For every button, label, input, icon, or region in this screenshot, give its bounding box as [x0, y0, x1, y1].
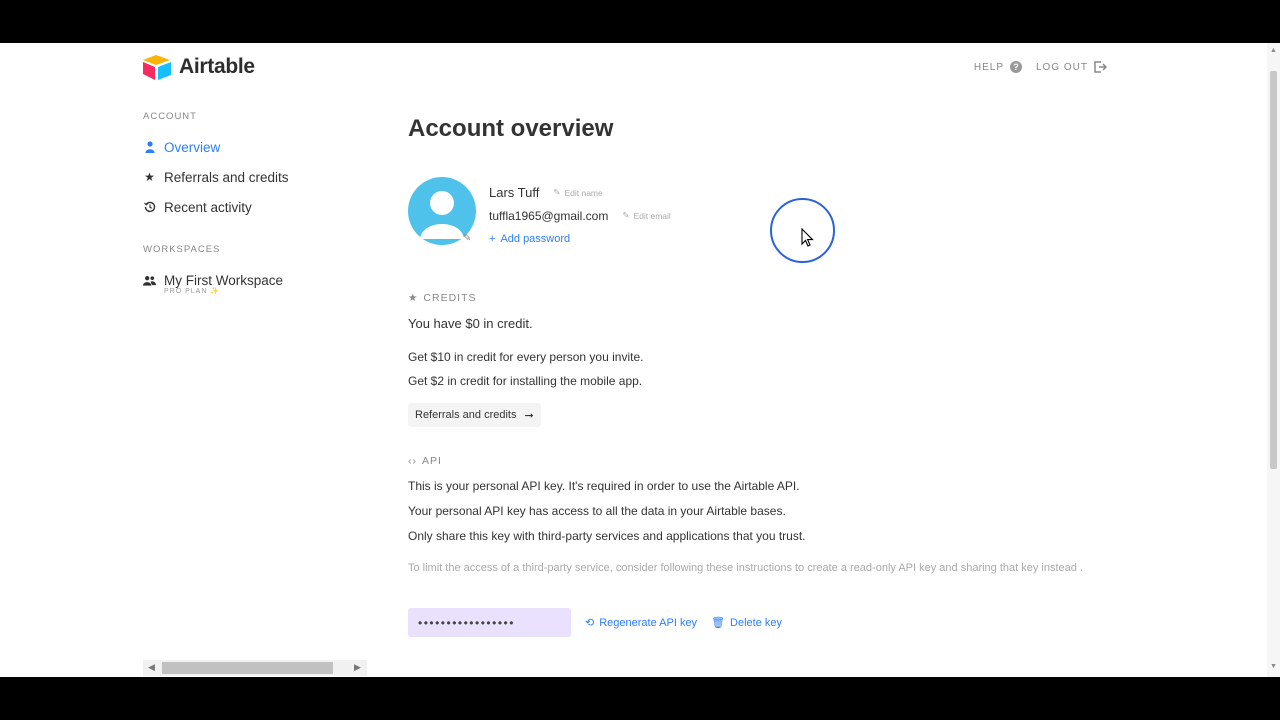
api-readonly-note: To limit the access of a third-party ser… — [408, 562, 1084, 574]
api-key-actions: ⟲ Regenerate API key 🗑 Delete key — [585, 616, 783, 630]
edit-avatar-icon[interactable]: ✎ — [463, 233, 471, 244]
scroll-up-icon[interactable]: ▲ — [1270, 47, 1277, 54]
mouse-cursor-icon — [801, 228, 814, 247]
logout-icon — [1094, 61, 1107, 73]
profile-name: Lars Tuff — [489, 185, 540, 200]
delete-label: Delete key — [730, 616, 783, 629]
regenerate-label: Regenerate API key — [599, 616, 698, 629]
airtable-logo-icon — [143, 55, 171, 80]
referrals-button-label: Referrals and credits — [415, 409, 517, 421]
help-icon: ? — [1009, 61, 1022, 73]
code-icon: ‹› — [408, 455, 417, 467]
workspace-plan-badge: PRO PLAN ✨ — [164, 288, 221, 295]
sidebar-item-label: Overview — [164, 139, 221, 155]
logout-label: LOG OUT — [1035, 61, 1088, 73]
scroll-down-icon[interactable]: ▼ — [1270, 663, 1277, 670]
account-section-label: ACCOUNT — [143, 111, 197, 122]
horizontal-scrollbar[interactable]: ◀ ▶ — [143, 660, 367, 676]
edit-email-label: Edit email — [633, 210, 671, 221]
vertical-scrollbar[interactable]: ▲ ▼ — [1267, 43, 1280, 677]
edit-email-link[interactable]: ✎ Edit email — [622, 210, 670, 221]
logout-link[interactable]: LOG OUT — [1036, 61, 1107, 73]
scroll-right-icon[interactable]: ▶ — [354, 662, 361, 673]
credits-heading: ★ CREDITS — [408, 292, 477, 304]
help-label: HELP — [973, 61, 1004, 73]
edit-name-label: Edit name — [564, 187, 603, 198]
invite-credit-text: Get $10 in credit for every person you i… — [408, 350, 644, 364]
top-nav: HELP ? LOG OUT — [974, 61, 1107, 73]
pencil-icon: ✎ — [553, 187, 561, 197]
people-icon — [143, 275, 156, 286]
workspace-label: My First Workspace — [164, 272, 284, 288]
scroll-left-icon[interactable]: ◀ — [148, 662, 155, 673]
sidebar-item-overview[interactable]: Overview — [143, 132, 373, 162]
history-icon — [143, 201, 156, 213]
profile-details: Lars Tuff ✎ Edit name tuffla1965@gmail.c… — [489, 181, 671, 250]
sidebar: ACCOUNT Overview ★ Referrals and credits… — [143, 111, 373, 295]
workspaces-section-label: WORKSPACES — [143, 244, 221, 255]
edit-name-link[interactable]: ✎ Edit name — [553, 187, 602, 198]
sidebar-item-recent-activity[interactable]: Recent activity — [143, 192, 373, 222]
api-key-field[interactable]: ••••••••••••••••• — [408, 608, 571, 637]
airtable-logo[interactable]: Airtable — [142, 54, 255, 80]
star-icon: ★ — [408, 292, 419, 304]
user-icon — [143, 141, 156, 153]
brand-name: Airtable — [179, 55, 255, 78]
mobile-credit-text: Get $2 in credit for installing the mobi… — [408, 374, 643, 388]
delete-key-button[interactable]: 🗑 Delete key — [711, 616, 783, 630]
regenerate-api-key-button[interactable]: ⟲ Regenerate API key — [585, 616, 698, 630]
refresh-icon: ⟲ — [585, 617, 595, 629]
credit-balance: You have $0 in credit. — [408, 316, 533, 331]
add-password-label: Add password — [500, 232, 571, 245]
star-icon: ★ — [144, 170, 155, 184]
scroll-thumb[interactable] — [1270, 71, 1277, 469]
api-description-2: Your personal API key has access to all … — [408, 504, 786, 518]
credits-heading-label: CREDITS — [423, 292, 477, 304]
plus-icon: + — [489, 232, 496, 245]
api-description-1: This is your personal API key. It's requ… — [408, 479, 800, 493]
api-heading: ‹› API — [408, 455, 442, 467]
api-heading-label: API — [422, 455, 442, 467]
sidebar-item-label: Referrals and credits — [164, 169, 289, 185]
sidebar-item-referrals[interactable]: ★ Referrals and credits — [143, 162, 373, 192]
page-title: Account overview — [408, 115, 614, 142]
add-password-link[interactable]: + Add password — [489, 233, 570, 245]
scroll-thumb[interactable] — [162, 662, 333, 674]
api-description-3: Only share this key with third-party ser… — [408, 529, 806, 543]
referrals-and-credits-button[interactable]: Referrals and credits ➞ — [408, 403, 541, 427]
help-link[interactable]: HELP ? — [974, 61, 1022, 73]
pencil-icon: ✎ — [622, 210, 630, 220]
airtable-account-page: Airtable HELP ? LOG OUT ACCOUNT Overview… — [0, 43, 1280, 677]
arrow-right-icon: ➞ — [524, 409, 534, 422]
trash-icon: 🗑 — [711, 617, 726, 629]
sidebar-item-label: Recent activity — [164, 199, 252, 215]
profile-email: tuffla1965@gmail.com — [489, 208, 609, 223]
